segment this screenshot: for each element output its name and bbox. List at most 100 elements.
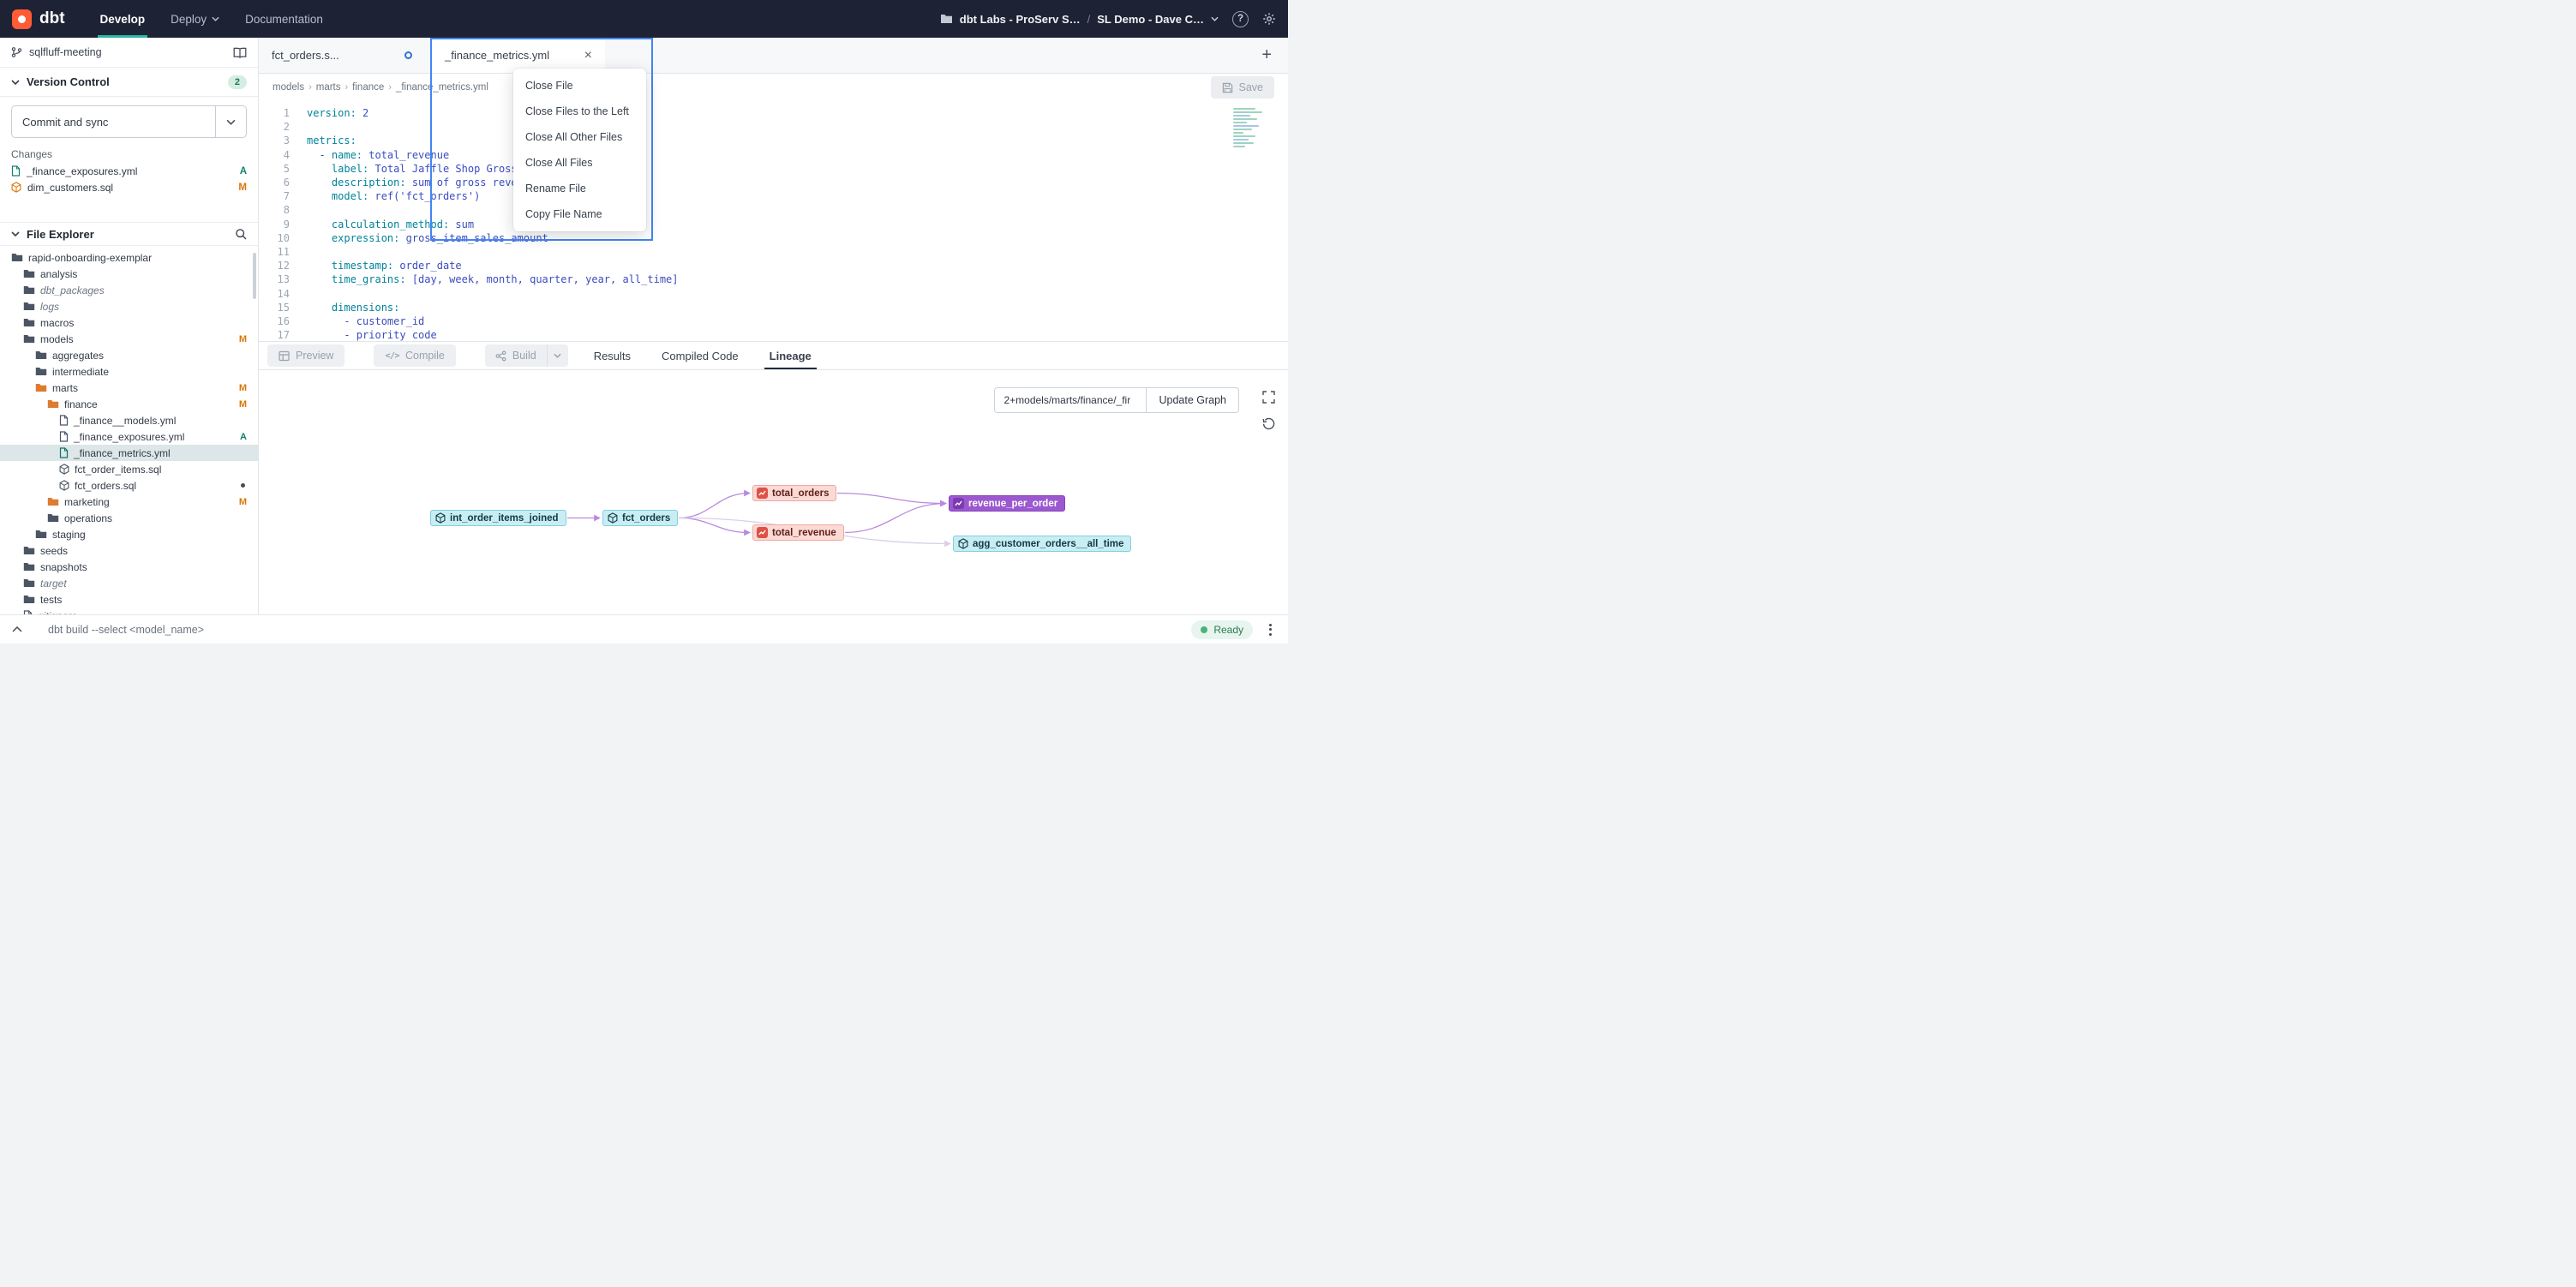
tree-item-tests[interactable]: tests — [0, 591, 258, 608]
context-menu-item-rename-file[interactable]: Rename File — [513, 176, 646, 201]
branch-row[interactable]: sqlfluff-meeting — [0, 38, 258, 68]
tree-item-intermediate[interactable]: intermediate — [0, 363, 258, 380]
tree-item-aggregates[interactable]: aggregates — [0, 347, 258, 363]
command-input[interactable]: dbt build --select <model_name> — [48, 624, 1179, 636]
results-tab-lineage[interactable]: Lineage — [770, 342, 812, 369]
compile-button[interactable]: </>Compile — [374, 344, 455, 367]
tree-item-dbt_packages[interactable]: dbt_packages — [0, 282, 258, 298]
settings-gear-icon[interactable] — [1262, 12, 1276, 26]
graph-selector-input[interactable]: 2+models/marts/finance/_fir — [994, 387, 1147, 413]
minimap[interactable] — [1233, 108, 1267, 147]
tree-item-operations[interactable]: operations — [0, 510, 258, 526]
help-button[interactable]: ? — [1232, 11, 1249, 27]
results-tab-compiled-code[interactable]: Compiled Code — [662, 342, 739, 369]
close-icon[interactable]: × — [584, 49, 592, 63]
fullscreen-icon[interactable] — [1262, 391, 1275, 404]
file-explorer-header[interactable]: File Explorer — [0, 222, 258, 246]
tree-item-fct_order_items.sql[interactable]: fct_order_items.sql — [0, 461, 258, 477]
table-icon — [279, 350, 290, 362]
scrollbar-thumb[interactable] — [253, 253, 256, 299]
folder-icon — [23, 562, 35, 572]
tree-item-_finance_metrics.yml[interactable]: _finance_metrics.yml — [0, 445, 258, 461]
nav-deploy[interactable]: Deploy — [158, 0, 232, 38]
tree-item-marketing[interactable]: marketingM — [0, 494, 258, 510]
model-file-icon — [59, 480, 69, 491]
chevron-up-icon[interactable] — [12, 626, 22, 632]
reset-view-icon[interactable] — [1262, 417, 1275, 430]
breadcrumb-item[interactable]: marts — [316, 82, 341, 93]
folder-icon — [23, 269, 35, 278]
model-icon — [957, 538, 968, 549]
results-tab-results[interactable]: Results — [594, 342, 631, 369]
breadcrumb: models›marts›finance›_finance_metrics.ym… — [273, 82, 488, 93]
git-status-badge: M — [239, 497, 247, 507]
commit-dropdown-caret[interactable] — [215, 106, 246, 137]
file-tree-list: rapid-onboarding-exemplaranalysisdbt_pac… — [0, 249, 258, 614]
overflow-menu-icon[interactable] — [1265, 622, 1276, 638]
nav-develop[interactable]: Develop — [87, 0, 159, 38]
change-item-_finance_exposures.yml[interactable]: _finance_exposures.ymlA — [11, 163, 247, 179]
status-bar: dbt build --select <model_name> Ready — [0, 614, 1288, 644]
model-file-icon — [11, 182, 21, 193]
account-project-selector[interactable]: dbt Labs - ProServ S… / SL Demo - Dave C… — [940, 13, 1219, 26]
editor-tab-_finance_metrics.yml[interactable]: _finance_metrics.yml× — [432, 38, 605, 73]
lineage-node-total_revenue[interactable]: total_revenue — [752, 524, 844, 541]
lineage-node-total_orders[interactable]: total_orders — [752, 485, 836, 501]
lineage-node-int_order_items_joined[interactable]: int_order_items_joined — [430, 510, 566, 526]
tree-item-models[interactable]: modelsM — [0, 331, 258, 347]
search-icon[interactable] — [235, 228, 247, 240]
chevron-down-icon — [11, 231, 20, 236]
build-dropdown-caret[interactable] — [547, 344, 568, 367]
code-editor[interactable]: 1234567891011121314151617 version: 2 met… — [259, 101, 1288, 341]
tree-item-staging[interactable]: staging — [0, 526, 258, 542]
action-buttons: Preview </>Compile Build — [267, 342, 568, 369]
file-explorer-label: File Explorer — [27, 228, 94, 241]
tree-item-rapid-onboarding-exemplar[interactable]: rapid-onboarding-exemplar — [0, 249, 258, 266]
change-item-dim_customers.sql[interactable]: dim_customers.sqlM — [11, 179, 247, 195]
preview-button[interactable]: Preview — [267, 344, 344, 367]
save-button[interactable]: Save — [1211, 76, 1275, 99]
tree-item-gitignore[interactable]: gitignore — [0, 608, 258, 614]
nav-documentation[interactable]: Documentation — [232, 0, 336, 38]
folder-icon — [35, 530, 47, 539]
breadcrumb-item[interactable]: _finance_metrics.yml — [396, 82, 488, 93]
tree-item-target[interactable]: target — [0, 575, 258, 591]
tree-item-_finance__models.yml[interactable]: _finance__models.yml — [0, 412, 258, 428]
results-tabs: Results Compiled Code Lineage — [594, 342, 812, 369]
lineage-node-fct_orders[interactable]: fct_orders — [602, 510, 678, 526]
context-menu-item-copy-file-name[interactable]: Copy File Name — [513, 201, 646, 227]
changes-section: Changes _finance_exposures.ymlAdim_custo… — [0, 145, 258, 195]
tree-item-marts[interactable]: martsM — [0, 380, 258, 396]
lineage-node-agg_customer_orders__all_time[interactable]: agg_customer_orders__all_time — [953, 536, 1131, 552]
breadcrumb-item[interactable]: finance — [352, 82, 384, 93]
metric-icon — [757, 527, 768, 538]
tree-item-_finance_exposures.yml[interactable]: _finance_exposures.ymlA — [0, 428, 258, 445]
tree-item-fct_orders.sql[interactable]: fct_orders.sql — [0, 477, 258, 494]
git-status-badge: A — [240, 432, 247, 442]
context-menu-item-close-file[interactable]: Close File — [513, 73, 646, 99]
results-toolbar: Preview </>Compile Build Results Compiled C… — [259, 341, 1288, 370]
build-button[interactable]: Build — [485, 344, 568, 367]
folder-icon — [23, 318, 35, 327]
context-menu-item-close-files-to-the-left[interactable]: Close Files to the Left — [513, 99, 646, 124]
context-menu-item-close-all-other-files[interactable]: Close All Other Files — [513, 124, 646, 150]
dbt-logo-icon — [12, 9, 32, 29]
commit-sync-button[interactable]: Commit and sync — [11, 105, 247, 138]
version-control-header[interactable]: Version Control 2 — [0, 68, 258, 97]
update-graph-button[interactable]: Update Graph — [1147, 387, 1239, 413]
editor-tab-fct_orders.s...[interactable]: fct_orders.s... — [259, 38, 425, 73]
tree-item-seeds[interactable]: seeds — [0, 542, 258, 559]
breadcrumb-item[interactable]: models — [273, 82, 304, 93]
dbt-logo-text: dbt — [39, 9, 65, 28]
tree-item-analysis[interactable]: analysis — [0, 266, 258, 282]
dbt-logo[interactable]: dbt — [12, 9, 65, 29]
lineage-node-revenue_per_order[interactable]: revenue_per_order — [949, 495, 1065, 512]
tree-item-snapshots[interactable]: snapshots — [0, 559, 258, 575]
tree-item-macros[interactable]: macros — [0, 314, 258, 331]
context-menu-item-close-all-files[interactable]: Close All Files — [513, 150, 646, 176]
new-tab-button[interactable]: + — [1245, 45, 1288, 65]
folder-icon — [47, 513, 59, 523]
tree-item-finance[interactable]: financeM — [0, 396, 258, 412]
tree-item-logs[interactable]: logs — [0, 298, 258, 314]
docs-book-icon[interactable] — [233, 47, 247, 58]
